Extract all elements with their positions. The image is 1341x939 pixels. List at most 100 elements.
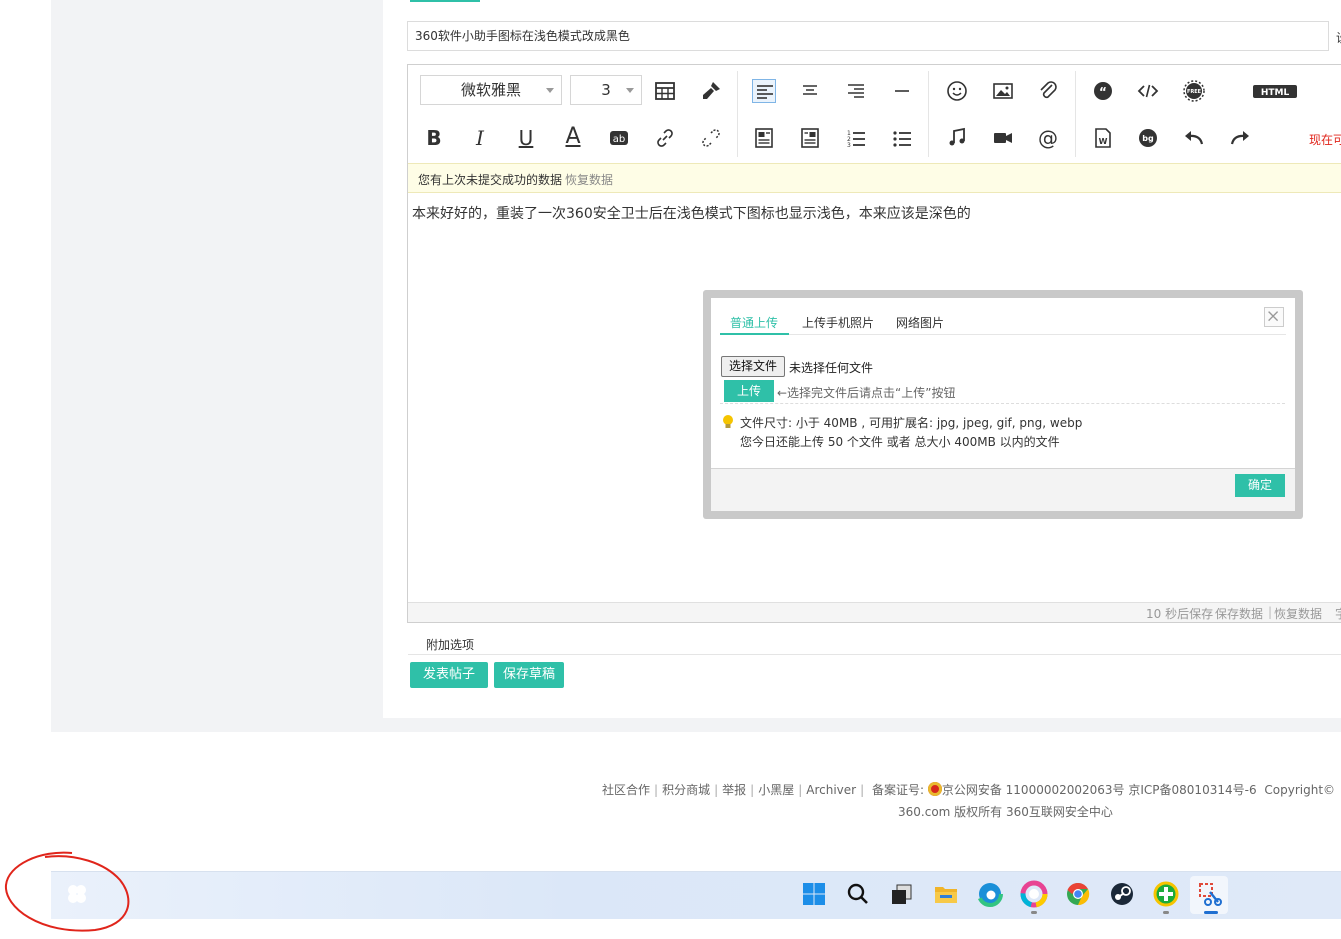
- music-icon[interactable]: [945, 126, 969, 150]
- status-edge-text: 字: [1335, 605, 1341, 622]
- align-center-icon[interactable]: [798, 79, 822, 103]
- svg-text:W: W: [1099, 137, 1108, 146]
- font-color-icon[interactable]: A: [561, 125, 585, 149]
- redo-icon[interactable]: [1228, 126, 1252, 150]
- tab-normal-upload[interactable]: 普通上传: [730, 314, 778, 331]
- svg-text:@: @: [1038, 126, 1058, 150]
- footer-link[interactable]: 小黑屋: [758, 783, 794, 797]
- italic-icon[interactable]: I: [468, 126, 492, 150]
- background-color-icon[interactable]: ab: [607, 126, 631, 150]
- restore-data-status-link[interactable]: 恢复数据: [1274, 605, 1322, 622]
- status-separator: |: [1268, 605, 1273, 619]
- horizontal-rule-icon[interactable]: [890, 79, 914, 103]
- active-indicator: [1204, 911, 1218, 914]
- align-right-icon[interactable]: [844, 79, 868, 103]
- lightbulb-icon: [722, 414, 734, 430]
- edge-icon[interactable]: [976, 880, 1004, 908]
- task-view-icon[interactable]: [888, 880, 916, 908]
- font-family-select[interactable]: 微软雅黑: [420, 75, 562, 105]
- 360-security-icon[interactable]: [1152, 880, 1180, 908]
- restore-notice-text: 您有上次未提交成功的数据: [418, 173, 563, 187]
- footer-copyright-line: 360.com 版权所有 360互联网安全中心: [898, 805, 1113, 819]
- police-record-link[interactable]: 京公网安备 11000002002063号: [942, 783, 1125, 797]
- mention-icon[interactable]: @: [1036, 126, 1060, 150]
- steam-icon[interactable]: [1108, 880, 1136, 908]
- running-indicator: [1031, 911, 1037, 914]
- file-size-info: 文件尺寸: 小于 40MB , 可用扩展名: jpg, jpeg, gif, p…: [740, 416, 1083, 430]
- html-mode-label: HTML: [1261, 88, 1290, 98]
- extra-options-divider: [408, 654, 1341, 655]
- float-right-icon[interactable]: [798, 126, 822, 150]
- 360-assistant-icon[interactable]: [63, 880, 91, 908]
- save-draft-button[interactable]: 保存草稿: [494, 662, 564, 688]
- svg-text:3: 3: [847, 142, 851, 149]
- toolbar-right-text: 现在可: [1309, 133, 1341, 147]
- police-badge-icon: [927, 782, 942, 796]
- free-icon[interactable]: FREE: [1182, 79, 1206, 103]
- svg-text:“: “: [1099, 85, 1107, 99]
- autosave-countdown: 10 秒后保存: [1146, 607, 1214, 621]
- svg-text:ab: ab: [613, 134, 625, 145]
- confirm-button[interactable]: 确定: [1235, 474, 1285, 497]
- upload-hint: ←选择完文件后请点击“上传”按钮: [777, 386, 956, 400]
- save-data-link[interactable]: 保存数据: [1215, 605, 1263, 622]
- subject-edge-text: 设: [1336, 29, 1341, 46]
- snipping-tool-icon[interactable]: [1196, 880, 1224, 908]
- windows-taskbar: [51, 871, 1341, 919]
- no-file-label: 未选择任何文件: [789, 361, 874, 375]
- file-explorer-icon[interactable]: [932, 880, 960, 908]
- close-icon[interactable]: [1264, 307, 1284, 327]
- footer-link[interactable]: 社区合作: [602, 783, 650, 797]
- ordered-list-icon[interactable]: 123: [844, 126, 868, 150]
- subject-input[interactable]: 360软件小助手图标在浅色模式改成黑色: [407, 21, 1329, 51]
- emoji-icon[interactable]: [945, 79, 969, 103]
- upload-dialog-footer: [711, 468, 1295, 511]
- unordered-list-icon[interactable]: [890, 126, 914, 150]
- chrome-icon[interactable]: [1064, 880, 1092, 908]
- align-left-icon[interactable]: [752, 79, 776, 103]
- svg-text:FREE: FREE: [1187, 89, 1202, 95]
- footer-links: 社区合作 | 积分商城 | 举报 | 小黑屋 | Archiver | 备案证号: 京公网安备 1…: [602, 782, 1336, 797]
- footer-link[interactable]: Archiver: [806, 783, 856, 797]
- unlink-icon[interactable]: [699, 126, 723, 150]
- post-button[interactable]: 发表帖子: [410, 662, 488, 688]
- windows-start-icon[interactable]: [800, 880, 828, 908]
- quote-icon[interactable]: “: [1091, 79, 1115, 103]
- tab-web-image[interactable]: 网络图片: [896, 314, 944, 331]
- footer-link[interactable]: 举报: [722, 783, 746, 797]
- dialog-tab-baseline: [720, 334, 1286, 335]
- upload-button[interactable]: 上传: [724, 380, 774, 402]
- footer-link[interactable]: 积分商城: [662, 783, 710, 797]
- underline-icon[interactable]: U: [514, 126, 538, 150]
- running-indicator: [1163, 911, 1169, 914]
- editor-content[interactable]: 本来好好的，重装了一次360安全卫士后在浅色模式下图标也显示浅色，本来应该是深色…: [412, 203, 971, 223]
- format-painter-icon[interactable]: [699, 79, 723, 103]
- video-icon[interactable]: [991, 126, 1015, 150]
- active-tab-indicator: [410, 0, 480, 2]
- image-icon[interactable]: [991, 79, 1015, 103]
- dialog-active-tab-indicator: [720, 333, 789, 335]
- attachment-icon[interactable]: [1036, 79, 1060, 103]
- font-size-select[interactable]: 3: [570, 75, 642, 105]
- font-family-value: 微软雅黑: [460, 81, 521, 99]
- icp-record-link[interactable]: 京ICP备08010314号-6: [1128, 783, 1256, 797]
- undo-icon[interactable]: [1182, 126, 1206, 150]
- float-left-icon[interactable]: [752, 126, 776, 150]
- extra-options-toggle[interactable]: 附加选项: [426, 636, 474, 653]
- color-app-icon[interactable]: [1020, 880, 1048, 908]
- restore-data-link[interactable]: 恢复数据: [565, 171, 613, 188]
- background-image-icon[interactable]: bg: [1136, 126, 1160, 150]
- table-icon[interactable]: [653, 79, 677, 103]
- choose-file-button[interactable]: 选择文件: [721, 356, 785, 377]
- word-doc-icon[interactable]: W: [1091, 126, 1115, 150]
- html-mode-icon[interactable]: HTML: [1250, 81, 1300, 101]
- search-icon[interactable]: [844, 880, 872, 908]
- copyright-text: Copyright©: [1264, 783, 1336, 797]
- tab-phone-upload[interactable]: 上传手机照片: [802, 314, 874, 331]
- upload-quota-info: 您今日还能上传 50 个文件 或者 总大小 400MB 以内的文件: [740, 435, 1060, 449]
- code-icon[interactable]: [1136, 79, 1160, 103]
- link-icon[interactable]: [653, 126, 677, 150]
- font-size-value: 3: [601, 81, 611, 99]
- bold-icon[interactable]: B: [422, 126, 446, 150]
- editor-toolbar: 微软雅黑 3 “ FREE HTML B I U A ab 123 @ W bg…: [408, 65, 1341, 163]
